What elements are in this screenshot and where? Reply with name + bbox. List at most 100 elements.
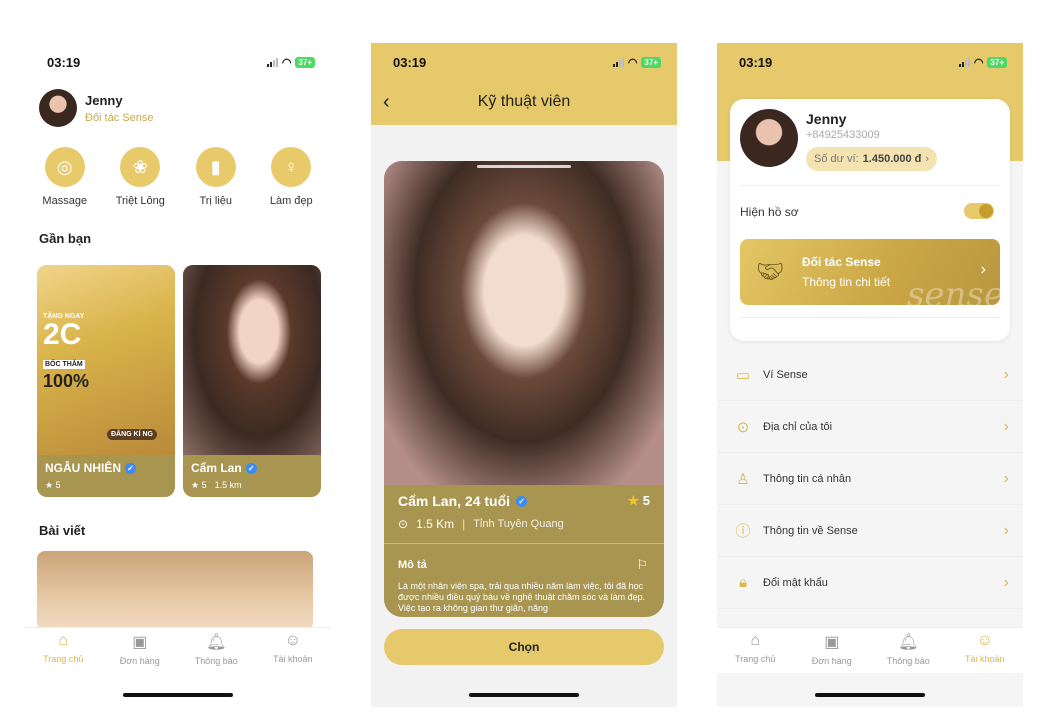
wallet-balance-button[interactable]: Số dư ví: 1.450.000 đ › [806,147,938,171]
provider-photo [183,265,321,455]
description-label: Mô tả [398,559,427,571]
home-indicator [815,693,925,697]
chevron-right-icon: › [1003,521,1009,539]
technician-location: Tỉnh Tuyên Quang [473,518,564,530]
lotus-icon: ❀ [120,147,161,187]
chevron-right-icon: › [1003,365,1009,383]
user-icon: ♙ [736,470,750,488]
account-menu: ▭ Ví Sense › ⊙ Địa chỉ của tôi › ♙ Thông tin … [717,349,1023,609]
wallet-icon: ▭ [735,366,751,384]
tab-orders[interactable]: ▣ Đơn hàng [105,632,175,666]
user-header[interactable]: Jenny Đối tác Sense [39,89,153,127]
chevron-right-icon: › [1003,417,1009,435]
category-tri-lieu[interactable]: ▮ Trị liệu [180,147,252,207]
lock-icon: 🔒︎ [739,574,747,591]
bell-icon: 🔔︎ [206,634,227,651]
promo-image: TẶNG NGAY 2C BỐC THĂM 100% ĐĂNG KÍ NG [37,265,175,455]
location-icon: ⊙ [736,418,750,436]
verified-icon: ✓ [125,462,137,474]
home-indicator [123,693,233,697]
tab-notifications[interactable]: 🔔︎ Thông báo [873,632,943,666]
profile-card: Jenny +84925433009 Số dư ví: 1.450.000 đ… [730,99,1010,341]
user-role: Đối tác Sense [85,111,154,124]
avatar[interactable] [39,89,77,127]
category-massage[interactable]: ◎ Massage [29,147,101,207]
technician-name: Cẩm Lan, 24 tuổi [398,493,511,509]
page-title: Kỹ thuật viên [477,93,571,110]
tab-home[interactable]: ⌂ Trang chủ [28,632,98,664]
stones-icon: ◎ [44,147,85,187]
status-bar: 03:19 ◠ 37+ [25,43,331,81]
category-row: ◎ Massage ❀ Triệt Lông ▮ Trị liệu ♀ Làm … [25,147,331,207]
header: 03:19 ◠ 37+ ‹ Kỹ thuật viên [371,43,677,125]
flag-icon[interactable]: ⚐ [636,557,648,573]
orders-icon: ▣ [132,634,148,651]
beauty-icon: ♀ [271,147,312,187]
category-lam-dep[interactable]: ♀ Làm đẹp [255,147,327,207]
handshake-icon: 🤝︎ [756,259,784,284]
provider-rating: ★ 5 [191,480,207,490]
technician-rating: ★ 5 [627,493,650,508]
provider-card[interactable]: Cẩm Lan ✓ ★ 5 1.5 km [183,265,321,497]
partner-watermark: sense [906,275,1000,305]
choose-button[interactable]: Chọn [384,629,664,665]
status-time: 03:19 [47,54,81,70]
tab-account[interactable]: ☺ Tài khoản [950,632,1020,664]
battery-icon: 37+ [987,56,1007,68]
show-profile-toggle[interactable] [964,203,994,219]
home-icon: ⌂ [58,632,69,649]
register-badge: ĐĂNG KÍ NG [107,429,157,440]
location-pin-icon: ⊙ [398,517,409,531]
technician-card[interactable]: Cẩm Lan, 24 tuổi ✓ ★ 5 ⊙ 1.5 Km | Tỉnh T… [384,161,664,617]
partner-title: Đối tác Sense [802,255,881,269]
battery-icon: 37+ [295,56,315,68]
user-name: Jenny [85,92,123,108]
tab-notifications[interactable]: 🔔︎ Thông báo [181,632,251,666]
tab-home[interactable]: ⌂ Trang chủ [720,632,790,664]
menu-item-about[interactable]: ⓘ Thông tin về Sense › [717,505,1023,557]
profile-phone: +84925433009 [806,129,880,141]
home-indicator [469,693,579,697]
status-time: 03:19 [739,54,773,70]
category-triet-long[interactable]: ❀ Triệt Lông [104,147,176,207]
profile-name: Jenny [806,111,847,127]
drag-handle[interactable] [477,165,571,168]
partner-banner[interactable]: 🤝︎ Đối tác Sense Thông tin chi tiết sens… [740,239,1000,305]
menu-item-address[interactable]: ⊙ Địa chỉ của tôi › [717,401,1023,453]
provider-name: NGẪU NHIÊN [45,461,122,475]
nearby-title: Gần bạn [39,231,92,246]
nearby-list: TẶNG NGAY 2C BỐC THĂM 100% ĐĂNG KÍ NG NG… [37,265,321,497]
posts-title: Bài viết [39,523,86,538]
status-time: 03:19 [393,54,427,70]
chevron-right-icon: › [1003,573,1009,591]
orders-icon: ▣ [824,634,840,651]
tab-account[interactable]: ☺ Tài khoản [258,632,328,664]
status-bar: 03:19 ◠ 37+ [717,43,1023,81]
partner-subtitle: Thông tin chi tiết [802,275,891,289]
menu-item-wallet[interactable]: ▭ Ví Sense › [717,349,1023,401]
chevron-right-icon: › [980,261,986,278]
chevron-right-icon: › [1003,469,1009,487]
bell-icon: 🔔︎ [898,634,919,651]
article-card[interactable] [37,551,313,631]
home-screen: 03:19 ◠ 37+ Jenny Đối tác Sense ◎ Massag… [25,43,331,707]
tab-orders[interactable]: ▣ Đơn hàng [797,632,867,666]
signal-icon [612,57,624,67]
star-icon: ★ [627,493,640,508]
wifi-icon: ◠ [973,56,984,69]
account-screen: 03:19 ◠ 37+ Jenny +84925433009 Số dư ví:… [717,43,1023,707]
status-bar: 03:19 ◠ 37+ [371,43,677,81]
signal-icon [958,57,970,67]
menu-item-personal-info[interactable]: ♙ Thông tin cá nhân › [717,453,1023,505]
provider-name: Cẩm Lan [191,461,242,475]
provider-card[interactable]: TẶNG NGAY 2C BỐC THĂM 100% ĐĂNG KÍ NG NG… [37,265,175,497]
signal-icon [266,57,278,67]
technician-photo [384,161,664,485]
avatar[interactable] [740,109,798,167]
tab-bar: ⌂ Trang chủ ▣ Đơn hàng 🔔︎ Thông báo ☺ Tài kh… [25,627,331,673]
description-text: Là một nhân viên spa, trải qua nhiều năm… [398,581,646,613]
show-profile-label: Hiện hồ sơ [740,205,799,219]
provider-rating: ★ 5 [45,480,61,490]
battery-icon: 37+ [641,56,661,68]
menu-item-change-password[interactable]: 🔒︎ Đổi mật khẩu › [717,557,1023,609]
